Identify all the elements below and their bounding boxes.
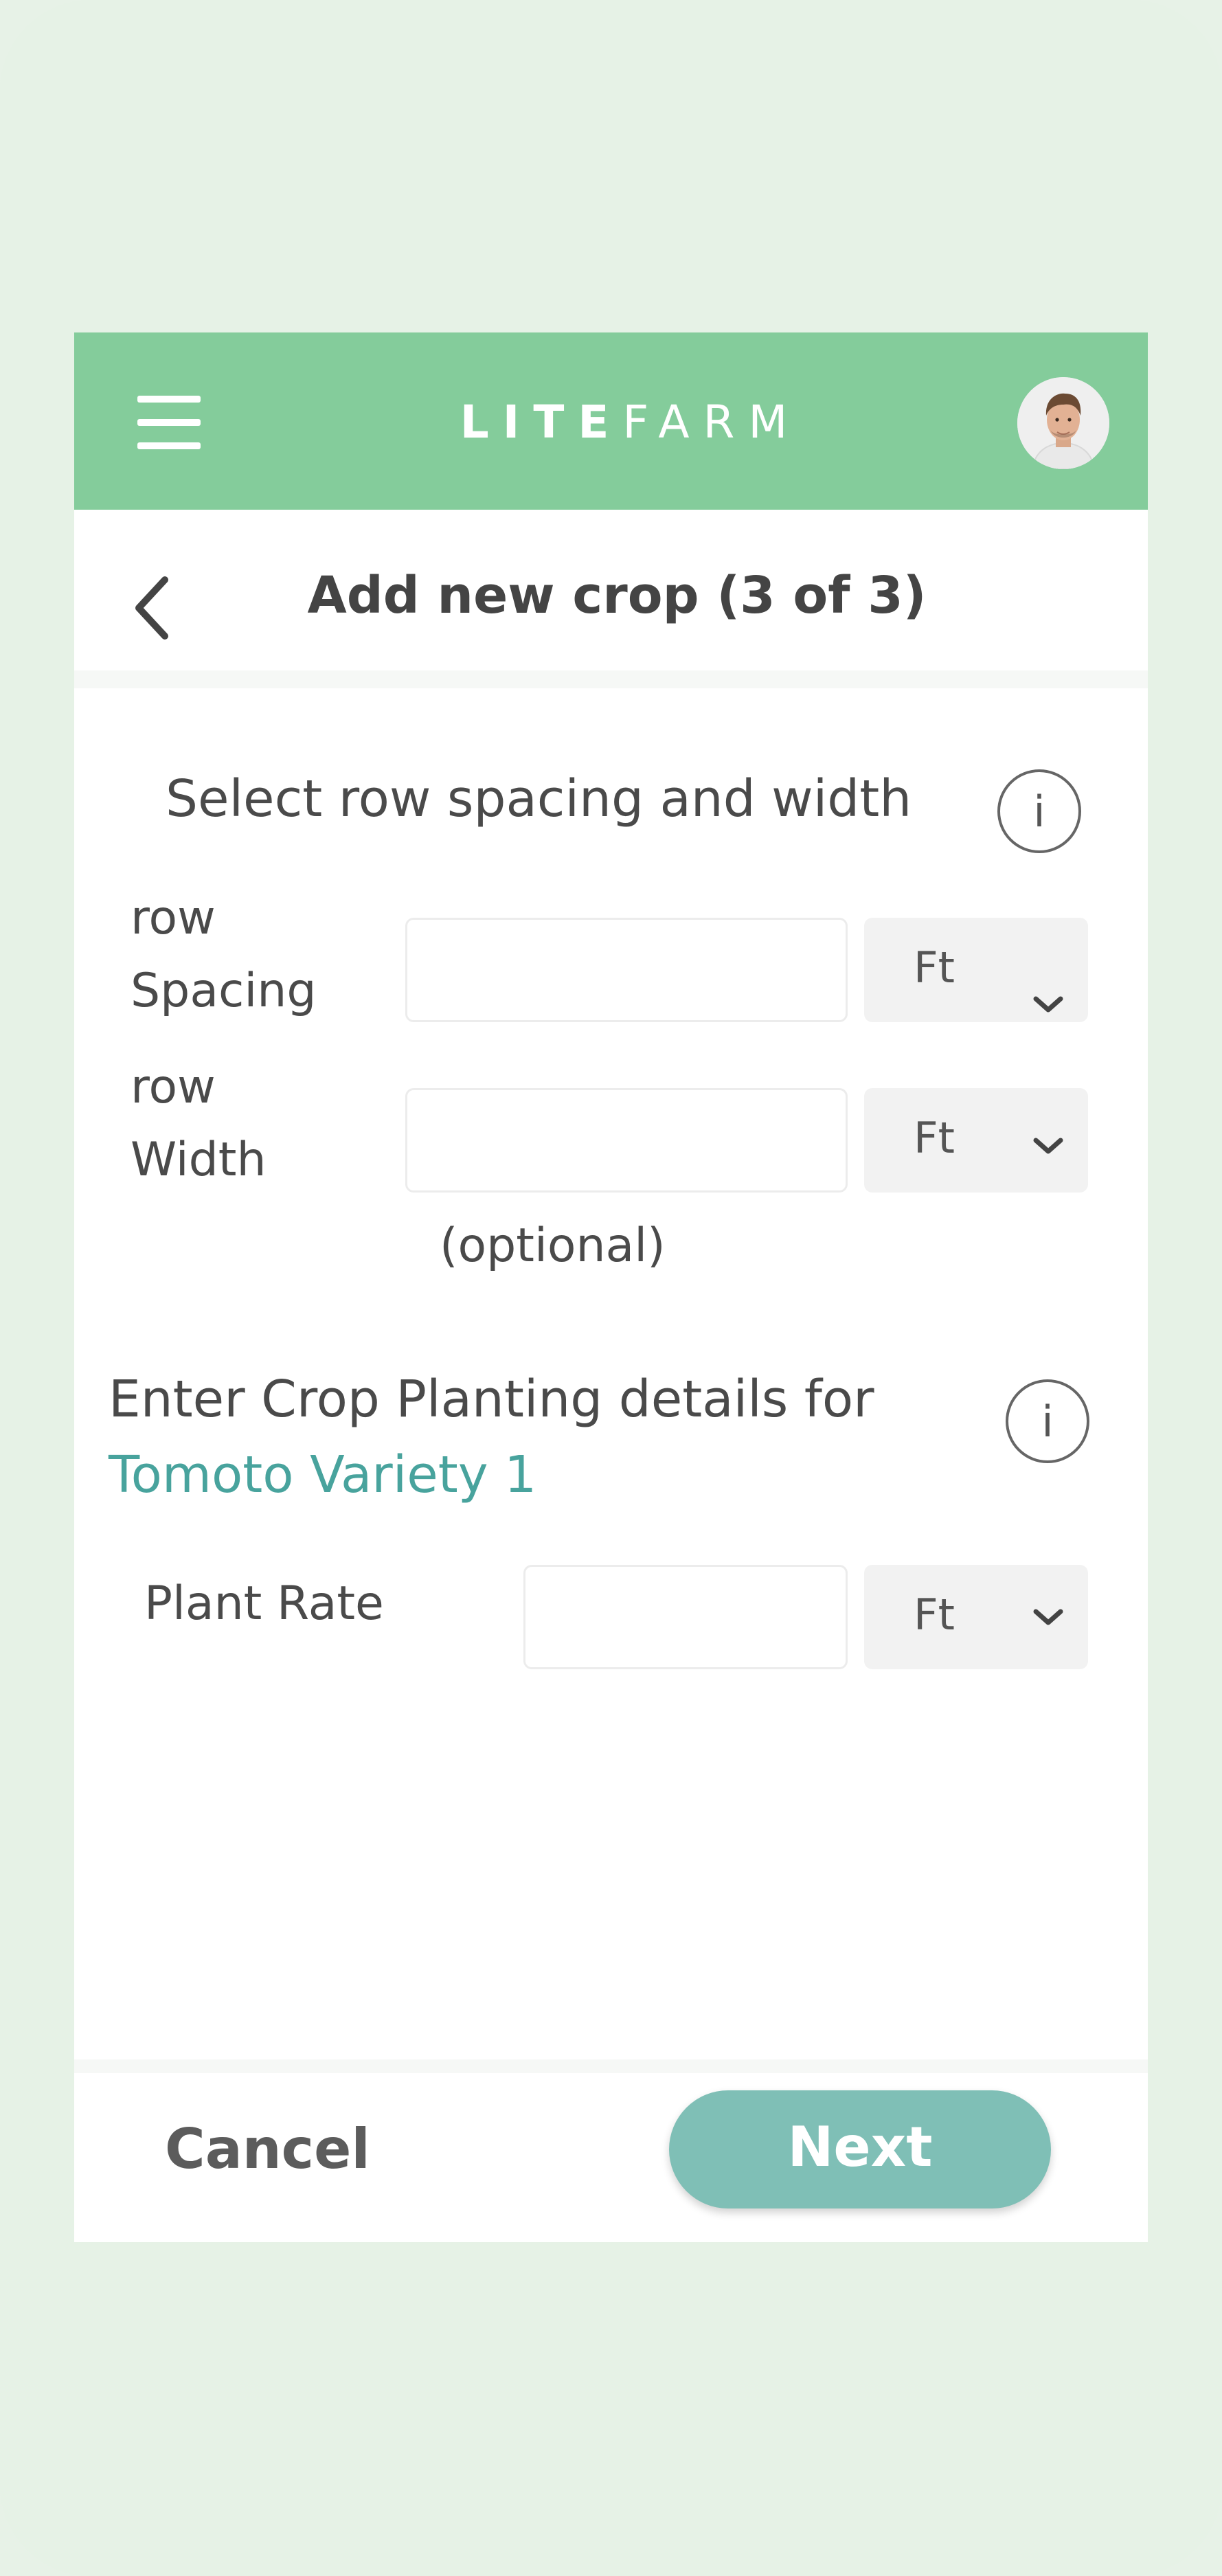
user-avatar-icon — [1017, 377, 1109, 469]
row-width-unit-value: Ft — [914, 1113, 955, 1163]
planting-section-heading: Enter Crop Planting details for — [109, 1370, 874, 1429]
chevron-down-icon — [1033, 1609, 1063, 1625]
row-section-heading: Select row spacing and width — [166, 769, 912, 828]
row-spacing-label-line2: Spacing — [131, 964, 317, 1018]
logo-text-farm: FARM — [622, 395, 802, 449]
row-spacing-label: row Spacing — [131, 882, 317, 1028]
planting-section-info-icon[interactable]: i — [1006, 1379, 1089, 1463]
crop-variety-name: Tomoto Variety 1 — [109, 1445, 537, 1504]
row-width-input[interactable] — [405, 1088, 848, 1193]
plant-rate-label: Plant Rate — [144, 1577, 384, 1631]
row-spacing-unit-select[interactable]: Ft — [864, 918, 1088, 1022]
device-background: LITE FARM Add new crop (3 of 3) Select r… — [0, 0, 1222, 2576]
row-width-label: row Width — [131, 1051, 267, 1197]
top-navigation-bar: LITE FARM — [74, 332, 1148, 510]
plant-rate-input[interactable] — [523, 1565, 848, 1669]
row-width-unit-select[interactable]: Ft — [864, 1088, 1088, 1193]
row-width-optional-hint: (optional) — [440, 1219, 666, 1273]
user-avatar[interactable] — [1017, 377, 1109, 469]
row-section-info-icon[interactable]: i — [997, 769, 1081, 853]
page-title: Add new crop (3 of 3) — [307, 566, 927, 625]
plant-rate-unit-select[interactable]: Ft — [864, 1565, 1088, 1669]
chevron-down-icon — [1033, 996, 1063, 1013]
row-spacing-unit-value: Ft — [914, 942, 955, 993]
row-spacing-input[interactable] — [405, 918, 848, 1022]
hamburger-menu-icon[interactable] — [137, 396, 203, 449]
chevron-left-icon[interactable] — [129, 570, 177, 646]
cancel-button[interactable]: Cancel — [165, 2117, 370, 2181]
row-width-label-line2: Width — [131, 1133, 267, 1187]
row-width-label-line1: row — [131, 1060, 216, 1114]
logo-text-lite: LITE — [460, 395, 623, 449]
chevron-down-icon — [1033, 1138, 1063, 1154]
next-button[interactable]: Next — [669, 2090, 1051, 2208]
header-divider — [74, 670, 1148, 688]
plant-rate-unit-value: Ft — [914, 1590, 955, 1640]
litefarm-logo: LITE FARM — [445, 374, 816, 470]
app-screen: LITE FARM Add new crop (3 of 3) Select r… — [74, 332, 1148, 2242]
footer-divider — [74, 2059, 1148, 2073]
row-spacing-label-line1: row — [131, 891, 216, 945]
page-header: Add new crop (3 of 3) — [74, 510, 1148, 672]
